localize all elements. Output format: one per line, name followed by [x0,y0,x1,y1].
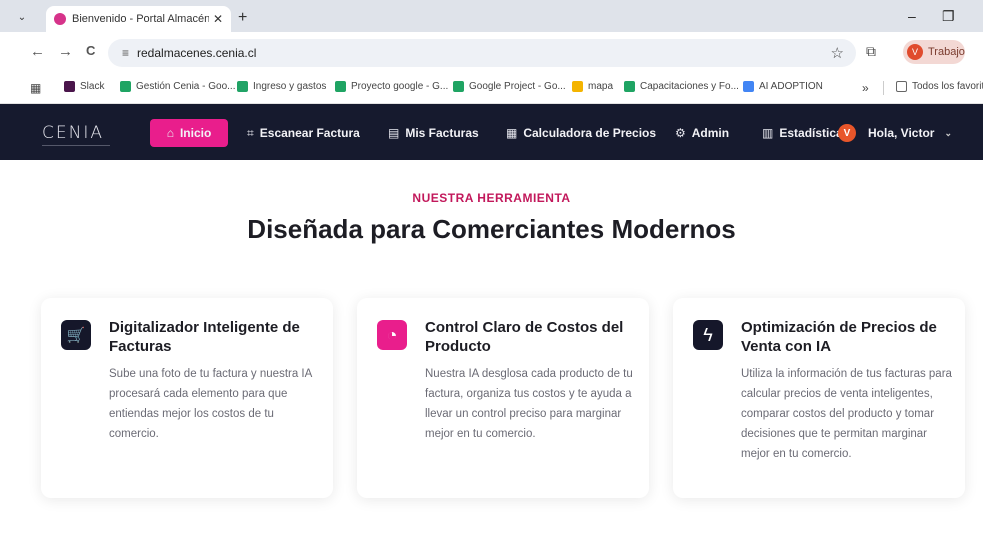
user-avatar-badge[interactable]: V [838,124,856,142]
bookmark-label: Slack [80,81,105,92]
bookmark-capacitaciones[interactable]: Capacitaciones y Fo... [624,81,739,92]
nav-label: Admin [691,126,730,140]
drive-icon [335,81,346,92]
nav-estadisticas[interactable]: ▥ Estadísticas [762,119,849,147]
user-greeting: Hola, Victor [868,126,935,140]
bookmark-label: mapa [588,81,614,92]
app-navbar: CENIA ⌂ Inicio ⌗ Escanear Factura ▤ Mis … [0,104,983,160]
feature-card-body: Nuestra IA desglosa cada producto de tu … [425,368,633,440]
tab-title: Bienvenido - Portal Almacén Cl [72,13,209,25]
nav-label: Calculadora de Precios [523,126,657,140]
browser-window: ⌄ Bienvenido - Portal Almacén Cl ✕ + – ❐… [0,0,983,557]
feature-card-title: Digitalizador Inteligente de Facturas [109,319,300,355]
bookmarks-bar: ▦ Slack Gestión Cenia - Goo... Ingreso y… [0,72,983,104]
bookmarks-separator [883,81,884,95]
url-bar[interactable]: ≡ redalmacenes.cenia.cl ☆ [108,39,856,67]
bookmark-label: AI ADOPTION [759,81,823,92]
drive-icon [453,81,464,92]
drive-icon [624,81,635,92]
back-button[interactable]: ← [30,43,45,60]
bookmark-label: Ingreso y gastos [253,81,327,92]
tab-active[interactable]: Bienvenido - Portal Almacén Cl ✕ [46,6,231,32]
feature-card: ϟ Optimización de Precios de Venta con I… [673,298,965,498]
folder-icon [896,81,907,92]
new-tab-button[interactable]: + [238,9,247,27]
google-icon [743,81,754,92]
feature-card-title: Optimización de Precios de Venta con IA [741,319,937,355]
gear-icon: ⚙ [675,126,686,140]
tab-bar: ⌄ Bienvenido - Portal Almacén Cl ✕ + – ❐ [0,0,983,32]
url-text[interactable]: redalmacenes.cenia.cl [137,46,256,60]
sheets-icon [237,81,248,92]
document-icon: ▤ [388,126,400,140]
drive-icon [120,81,131,92]
user-menu[interactable]: Hola, Victor ⌄ [868,119,952,147]
apps-icon[interactable]: ▦ [30,81,41,95]
bookmark-google-project[interactable]: Google Project - Go... [453,81,566,92]
bar-chart-icon: ▥ [762,126,774,140]
logo-underline [42,145,110,146]
reload-button[interactable]: C [86,43,95,58]
nav-inicio[interactable]: ⌂ Inicio [150,119,228,147]
bookmark-ingreso-gastos[interactable]: Ingreso y gastos [237,81,326,92]
slack-icon [64,81,75,92]
address-bar-row: ← → C ≡ redalmacenes.cenia.cl ☆ ⧉ V Trab… [0,32,983,72]
nav-mis-facturas[interactable]: ▤ Mis Facturas [388,119,479,147]
bookmark-gestion-cenia[interactable]: Gestión Cenia - Goo... [120,81,236,92]
minimize-button[interactable]: – [908,8,916,24]
nav-label: Escanear Factura [259,126,360,140]
section-eyebrow: NUESTRA HERRAMIENTA [412,191,571,205]
extensions-icon[interactable]: ⧉ [866,43,876,60]
nav-label: Inicio [179,126,212,140]
calculator-icon: ▦ [506,126,518,140]
feature-card-title: Control Claro de Costos del Producto [425,319,624,355]
tab-favicon-icon [54,13,66,25]
site-info-icon[interactable]: ≡ [122,46,129,60]
all-bookmarks-folder[interactable]: Todos los favoritos [896,81,983,92]
restore-button[interactable]: ❐ [942,8,955,25]
nav-label: Mis Facturas [405,126,479,140]
bookmark-label: Capacitaciones y Fo... [640,81,739,92]
pie-chart-icon: ◔ [377,320,407,350]
chevron-down-icon: ⌄ [944,127,953,138]
tab-list-button[interactable]: ⌄ [14,9,30,25]
profile-avatar: V [907,44,923,60]
bookmark-label: Todos los favoritos [912,81,983,92]
cart-icon: 🛒 [61,320,91,350]
profile-button[interactable]: V Trabajo [903,40,965,64]
lightning-icon: ϟ [693,320,723,350]
map-icon [572,81,583,92]
bookmarks-more-button[interactable]: » [862,81,869,95]
tab-close-icon[interactable]: ✕ [213,12,223,26]
feature-card-body: Utiliza la información de tus facturas p… [741,368,952,460]
bookmark-proyecto-google[interactable]: Proyecto google - G... [335,81,448,92]
bookmark-label: Google Project - Go... [469,81,566,92]
bookmark-label: Gestión Cenia - Goo... [136,81,236,92]
bookmark-label: Proyecto google - G... [351,81,449,92]
feature-card-body: Sube una foto de tu factura y nuestra IA… [109,368,312,440]
forward-button[interactable]: → [58,43,73,60]
feature-card: ◔ Control Claro de Costos del Producto N… [357,298,649,498]
nav-calculadora-precios[interactable]: ▦ Calculadora de Precios [506,119,656,147]
nav-escanear-factura[interactable]: ⌗ Escanear Factura [247,119,360,147]
bookmark-mapa[interactable]: mapa [572,81,613,92]
scan-icon: ⌗ [247,125,254,140]
bookmark-star-icon[interactable]: ☆ [831,44,844,62]
bookmark-slack[interactable]: Slack [64,81,104,92]
feature-card: 🛒 Digitalizador Inteligente de Facturas … [41,298,333,498]
home-icon: ⌂ [166,126,174,140]
section-headline: Diseñada para Comerciantes Modernos [247,214,736,244]
cenia-logo[interactable]: CENIA [42,123,104,143]
nav-admin[interactable]: ⚙ Admin [675,119,729,147]
profile-label: Trabajo [928,46,965,58]
bookmark-ai-adoption[interactable]: AI ADOPTION [743,81,823,92]
